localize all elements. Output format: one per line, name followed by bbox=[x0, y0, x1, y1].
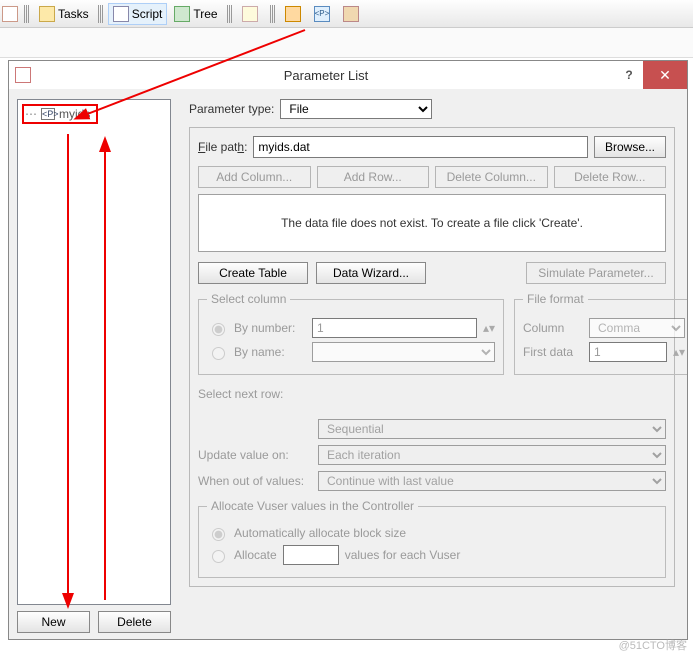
close-button[interactable]: ✕ bbox=[643, 61, 687, 89]
out-of-values-select: Continue with last value bbox=[318, 471, 666, 491]
tree-node-label: myids bbox=[59, 107, 90, 121]
delete-column-button: Delete Column... bbox=[435, 166, 548, 188]
wizard-icon bbox=[285, 6, 301, 22]
parameter-icon: <P> bbox=[314, 6, 330, 22]
db-button[interactable] bbox=[338, 3, 367, 25]
tasks-button[interactable]: Tasks bbox=[34, 3, 94, 25]
select-next-row-select: Sequential bbox=[318, 419, 666, 439]
add-row-button: Add Row... bbox=[317, 166, 430, 188]
title-bar: Parameter List ? ✕ bbox=[9, 61, 687, 89]
new-button[interactable]: New bbox=[17, 611, 90, 633]
parameter-list-dialog: Parameter List ? ✕ ⋯ <P> myids New Delet… bbox=[8, 60, 688, 640]
script-icon bbox=[113, 6, 129, 22]
select-column-legend: Select column bbox=[207, 292, 290, 306]
table-icon bbox=[2, 6, 18, 22]
panel-icon bbox=[242, 6, 258, 22]
add-column-button: Add Column... bbox=[198, 166, 311, 188]
tree-icon bbox=[174, 6, 190, 22]
by-number-label: By number: bbox=[234, 321, 306, 335]
wizard-button[interactable] bbox=[280, 3, 309, 25]
update-value-select: Each iteration bbox=[318, 445, 666, 465]
message-box: The data file does not exist. To create … bbox=[198, 194, 666, 252]
tasks-label: Tasks bbox=[58, 7, 89, 21]
data-wizard-button[interactable]: Data Wizard... bbox=[316, 262, 426, 284]
select-next-row-label: Select next row: bbox=[198, 387, 666, 401]
tree-button[interactable]: Tree bbox=[169, 3, 222, 25]
tree-label: Tree bbox=[193, 7, 217, 21]
first-data-label: First data bbox=[523, 345, 583, 359]
column-delim-label: Column bbox=[523, 321, 583, 335]
parameter-type-select[interactable]: File bbox=[280, 99, 432, 119]
script-label: Script bbox=[132, 7, 163, 21]
grip-icon bbox=[227, 5, 233, 23]
by-name-label: By name: bbox=[234, 345, 306, 359]
allocate-suffix: values for each Vuser bbox=[345, 548, 461, 562]
auto-allocate-label: Automatically allocate block size bbox=[234, 526, 406, 540]
view-button[interactable] bbox=[237, 3, 266, 25]
watermark: @51CTO博客 bbox=[619, 637, 687, 653]
by-number-radio bbox=[212, 323, 225, 336]
delete-row-button: Delete Row... bbox=[554, 166, 667, 188]
file-path-label: File path: bbox=[198, 140, 247, 154]
parameter-list-button[interactable]: <P> bbox=[311, 3, 336, 25]
top-toolbar: Tasks Script Tree <P> bbox=[0, 0, 693, 28]
param-icon: <P> bbox=[41, 108, 55, 120]
tree-node-myids[interactable]: ⋯ <P> myids bbox=[22, 104, 98, 124]
dialog-icon bbox=[15, 67, 31, 83]
file-path-input[interactable] bbox=[253, 136, 588, 158]
file-group: File path: Browse... Add Column... Add R… bbox=[189, 127, 675, 587]
parameter-tree[interactable]: ⋯ <P> myids bbox=[17, 99, 171, 605]
simulate-parameter-button: Simulate Parameter... bbox=[526, 262, 666, 284]
allocate-count-input bbox=[283, 545, 339, 565]
select-column-group: Select column By number: ▴▾ By name: bbox=[198, 292, 504, 375]
grip-icon bbox=[98, 5, 104, 23]
by-number-input bbox=[312, 318, 477, 338]
first-data-input bbox=[589, 342, 667, 362]
parameter-type-label: Parameter type: bbox=[189, 102, 274, 116]
browse-button[interactable]: Browse... bbox=[594, 136, 666, 158]
help-button[interactable]: ? bbox=[615, 61, 643, 89]
column-delim-select: Comma bbox=[589, 318, 685, 338]
create-table-button[interactable]: Create Table bbox=[198, 262, 308, 284]
grip-icon bbox=[24, 5, 30, 23]
by-name-select bbox=[312, 342, 495, 362]
manual-allocate-radio bbox=[212, 550, 225, 563]
allocate-legend: Allocate Vuser values in the Controller bbox=[207, 499, 418, 513]
message-text: The data file does not exist. To create … bbox=[281, 216, 583, 230]
by-name-radio bbox=[212, 347, 225, 360]
file-format-legend: File format bbox=[523, 292, 588, 306]
out-of-values-label: When out of values: bbox=[198, 474, 318, 488]
allocate-group: Allocate Vuser values in the Controller … bbox=[198, 499, 666, 578]
update-value-label: Update value on: bbox=[198, 448, 318, 462]
auto-allocate-radio bbox=[212, 528, 225, 541]
delete-button[interactable]: Delete bbox=[98, 611, 171, 633]
tasks-icon bbox=[39, 6, 55, 22]
db-icon bbox=[343, 6, 359, 22]
file-format-group: File format Column Comma First data ▴▾ bbox=[514, 292, 687, 375]
script-button[interactable]: Script bbox=[108, 3, 168, 25]
dialog-title: Parameter List bbox=[37, 68, 615, 83]
grip-icon bbox=[270, 5, 276, 23]
manual-allocate-label: Allocate bbox=[234, 548, 277, 562]
